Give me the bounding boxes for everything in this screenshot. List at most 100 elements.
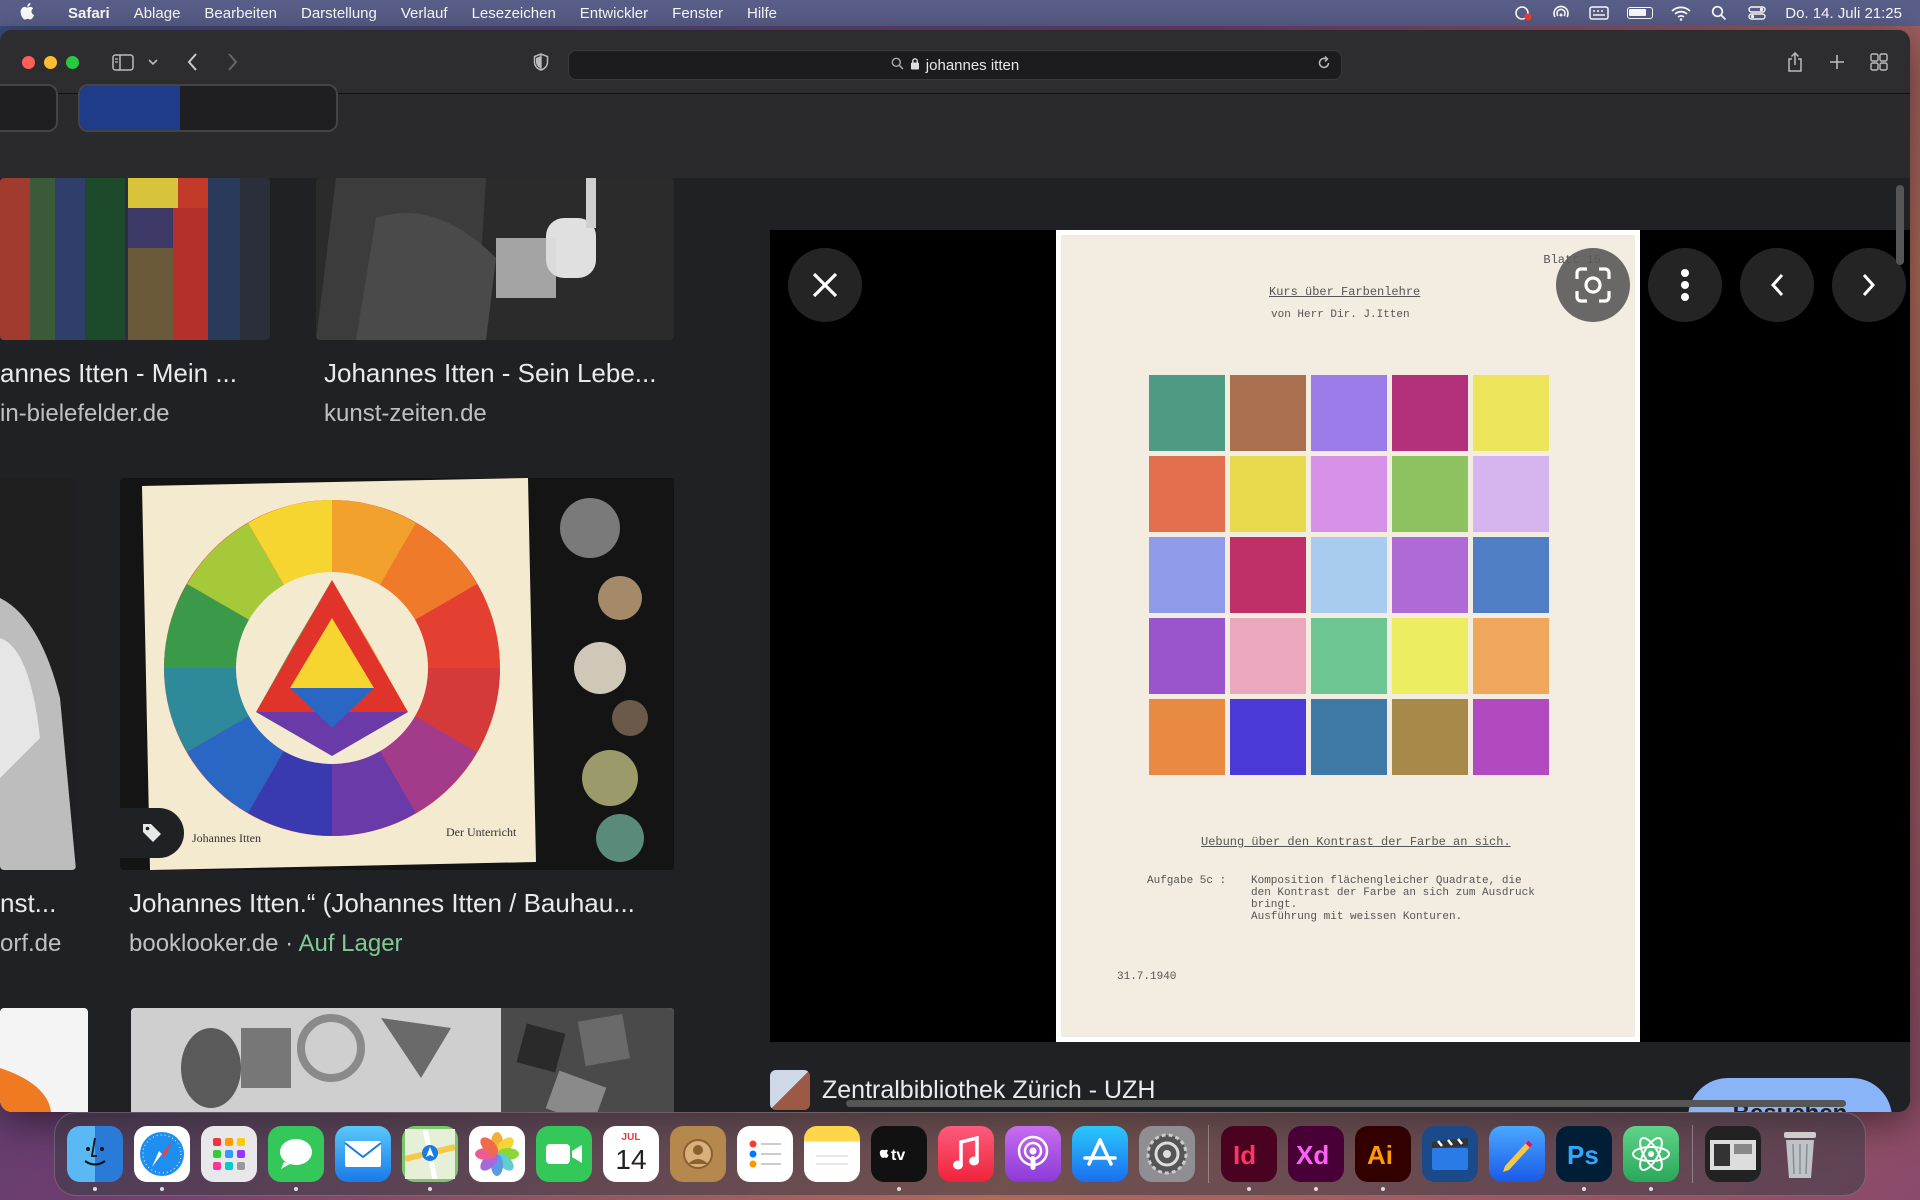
reminders-icon[interactable] xyxy=(737,1126,793,1182)
previous-image-button[interactable] xyxy=(1740,248,1814,322)
doc-author: von Herr Dir. J.Itten xyxy=(1271,309,1410,321)
share-icon[interactable] xyxy=(1784,48,1806,76)
xd-icon[interactable]: Xd xyxy=(1288,1126,1344,1191)
color-swatch xyxy=(1149,699,1225,775)
photos-icon[interactable] xyxy=(469,1126,525,1182)
result-image-4[interactable]: Johannes Itten Der Unterricht xyxy=(120,478,674,870)
menu-fenster[interactable]: Fenster xyxy=(660,5,735,22)
spotlight-search-icon[interactable] xyxy=(1709,5,1729,21)
claquette-icon[interactable] xyxy=(1422,1126,1478,1182)
menu-entwickler[interactable]: Entwickler xyxy=(568,5,660,22)
reload-icon[interactable] xyxy=(1317,55,1331,74)
menu-bar-clock[interactable]: Do. 14. Juli 21:25 xyxy=(1785,5,1902,22)
result-image-1[interactable] xyxy=(0,178,270,340)
notes-icon[interactable] xyxy=(804,1126,860,1182)
result-image-3[interactable] xyxy=(0,478,76,870)
menu-safari[interactable]: Safari xyxy=(56,5,122,22)
close-window-button[interactable] xyxy=(22,56,35,69)
color-swatch xyxy=(1149,618,1225,694)
menu-darstellung[interactable]: Darstellung xyxy=(289,5,389,22)
more-vert-icon xyxy=(1681,269,1689,301)
airdrop-icon[interactable] xyxy=(1551,5,1571,20)
privacy-shield-icon[interactable] xyxy=(530,48,552,76)
trash-icon[interactable] xyxy=(1772,1126,1828,1182)
apple-menu-icon[interactable] xyxy=(0,2,56,25)
doc-date: 31.7.1940 xyxy=(1117,971,1177,983)
image-results-grid: annes Itten - Mein ... in-bielefelder.de… xyxy=(0,178,718,1112)
mail-icon[interactable] xyxy=(335,1126,391,1182)
finder-icon[interactable] xyxy=(67,1126,123,1191)
menu-verlauf[interactable]: Verlauf xyxy=(389,5,460,22)
color-swatch xyxy=(1473,699,1549,775)
result-title[interactable]: Johannes Itten.“ (Johannes Itten / Bauha… xyxy=(129,888,635,919)
color-swatch xyxy=(1311,537,1387,613)
filter-chip-strip xyxy=(0,84,1910,178)
address-bar[interactable]: johannes itten xyxy=(568,50,1342,80)
atom-icon[interactable] xyxy=(1623,1126,1679,1191)
calendar-icon[interactable]: JUL 14 xyxy=(603,1126,659,1182)
color-swatch xyxy=(1473,456,1549,532)
horizontal-scrollbar[interactable] xyxy=(846,1100,1846,1107)
illustrator-icon[interactable]: Ai xyxy=(1355,1126,1411,1191)
minimize-window-button[interactable] xyxy=(44,56,57,69)
battery-icon[interactable] xyxy=(1627,7,1654,19)
color-swatch xyxy=(1230,537,1306,613)
close-viewer-button[interactable] xyxy=(788,248,862,322)
forward-icon[interactable] xyxy=(222,48,242,76)
photoshop-icon[interactable]: Ps xyxy=(1556,1126,1612,1191)
tab-overview-icon[interactable] xyxy=(1868,48,1890,76)
new-tab-icon[interactable] xyxy=(1826,48,1848,76)
result-image-5[interactable] xyxy=(0,1008,88,1112)
podcasts-icon[interactable] xyxy=(1005,1126,1061,1182)
chevron-down-icon[interactable] xyxy=(146,48,160,76)
zoom-window-button[interactable] xyxy=(66,56,79,69)
filter-chip[interactable] xyxy=(0,84,58,132)
indesign-icon[interactable]: Id xyxy=(1221,1126,1277,1191)
result-title[interactable]: Johannes Itten - Sein Lebe... xyxy=(324,358,656,389)
screen-record-icon[interactable] xyxy=(1513,6,1533,21)
next-image-button[interactable] xyxy=(1832,248,1906,322)
screenshot-stack-icon[interactable] xyxy=(1705,1126,1761,1182)
menu-bearbeiten[interactable]: Bearbeiten xyxy=(192,5,289,22)
calendar-month: JUL xyxy=(621,1132,641,1143)
doc-heading: Kurs über Farbenlehre xyxy=(1269,285,1421,299)
maps-icon[interactable] xyxy=(402,1126,458,1191)
calendar-day: 14 xyxy=(615,1144,647,1175)
vertical-scrollbar[interactable] xyxy=(1896,185,1904,265)
search-icon xyxy=(891,57,904,73)
launchpad-icon[interactable] xyxy=(201,1126,257,1182)
doc-task-line: Komposition flächengleicher Quadrate, di… xyxy=(1251,875,1522,887)
facetime-icon[interactable] xyxy=(536,1126,592,1182)
menu-hilfe[interactable]: Hilfe xyxy=(735,5,789,22)
sidebar-toggle-icon[interactable] xyxy=(110,48,136,76)
app-store-icon[interactable] xyxy=(1072,1126,1128,1182)
result-source: booklooker.de · Auf Lager xyxy=(129,930,403,958)
more-options-button[interactable] xyxy=(1648,248,1722,322)
menu-bar: Safari Ablage Bearbeiten Darstellung Ver… xyxy=(0,0,1920,26)
messages-icon[interactable] xyxy=(268,1126,324,1191)
menu-lesezeichen[interactable]: Lesezeichen xyxy=(460,5,568,22)
contacts-icon[interactable] xyxy=(670,1126,726,1182)
result-title[interactable]: nst... xyxy=(0,888,56,919)
back-icon[interactable] xyxy=(182,48,202,76)
preview-image-document[interactable]: Blatt 15 Kurs über Farbenlehre von Herr … xyxy=(1056,230,1640,1042)
safari-icon[interactable] xyxy=(134,1126,190,1191)
doc-task-line: bringt. xyxy=(1251,899,1298,911)
result-image-2[interactable] xyxy=(316,178,674,340)
wifi-icon[interactable] xyxy=(1671,6,1691,21)
keyboard-icon[interactable] xyxy=(1589,6,1609,20)
control-center-icon[interactable] xyxy=(1747,6,1767,20)
tag-icon[interactable] xyxy=(120,808,184,858)
system-preferences-icon[interactable] xyxy=(1139,1126,1195,1182)
related-search-chip[interactable] xyxy=(78,84,338,132)
url-text[interactable]: johannes itten xyxy=(926,57,1019,74)
svg-text:Id: Id xyxy=(1233,1140,1256,1169)
svg-text:Xd: Xd xyxy=(1296,1140,1329,1169)
result-image-6[interactable] xyxy=(131,1008,674,1112)
visual-search-button[interactable] xyxy=(1556,248,1630,322)
apple-tv-icon[interactable]: tv xyxy=(871,1126,927,1191)
menu-ablage[interactable]: Ablage xyxy=(122,5,193,22)
pages-icon[interactable] xyxy=(1489,1126,1545,1182)
music-icon[interactable] xyxy=(938,1126,994,1182)
result-title[interactable]: annes Itten - Mein ... xyxy=(0,358,237,389)
